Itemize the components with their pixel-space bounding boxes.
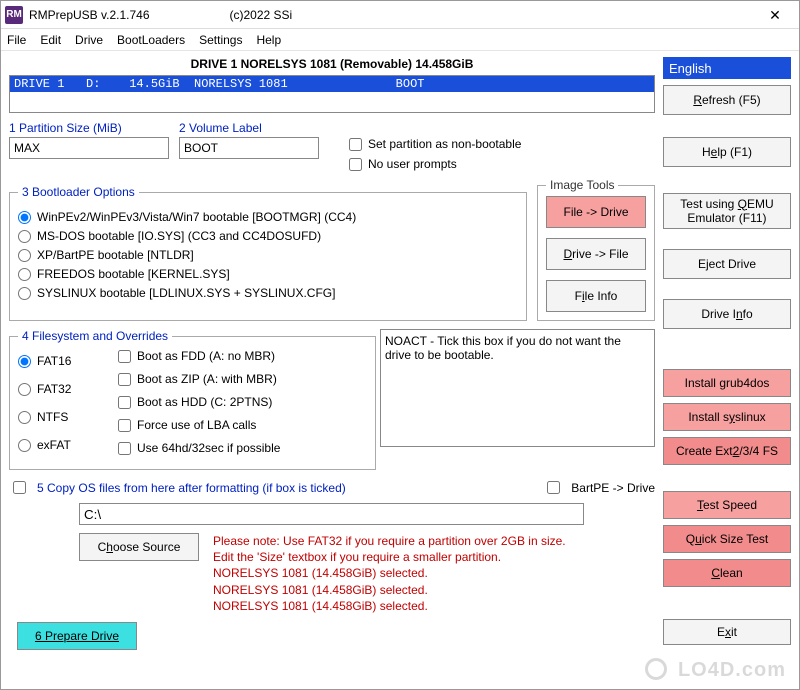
fs-check-hdd[interactable]: Boot as HDD (C: 2PTNS)	[118, 395, 367, 409]
create-ext-button[interactable]: Create Ext2/3/4 FS	[663, 437, 791, 465]
bootloader-legend: 3 Bootloader Options	[18, 185, 139, 199]
file-info-button[interactable]: File Info	[546, 280, 646, 312]
qemu-button[interactable]: Test using QEMUEmulator (F11)	[663, 193, 791, 229]
window-subtitle: (c)2022 SSi	[230, 8, 293, 22]
nonboot-checkbox[interactable]	[349, 138, 362, 151]
bootloader-opt-2[interactable]: XP/BartPE bootable [NTLDR]	[18, 248, 518, 262]
menu-help[interactable]: Help	[256, 33, 281, 47]
fs-radio-fat16[interactable]: FAT16	[18, 354, 110, 368]
image-tools-legend: Image Tools	[546, 178, 618, 192]
app-window: RM RMPrepUSB v.2.1.746 (c)2022 SSi ✕ Fil…	[0, 0, 800, 690]
fs-check-lba[interactable]: Force use of LBA calls	[118, 418, 367, 432]
language-selector[interactable]: English	[663, 57, 791, 79]
source-path-input[interactable]	[79, 503, 584, 525]
refresh-button[interactable]: Refresh (F5)	[663, 85, 791, 115]
window-title: RMPrepUSB v.2.1.746	[29, 8, 150, 22]
filesystem-fieldset: 4 Filesystem and Overrides FAT16 FAT32 N…	[9, 329, 376, 470]
nonboot-check[interactable]: Set partition as non-bootable	[349, 137, 521, 151]
fs-radio-exfat[interactable]: exFAT	[18, 438, 110, 452]
menu-settings[interactable]: Settings	[199, 33, 242, 47]
bootloader-opt-0[interactable]: WinPEv2/WinPEv3/Vista/Win7 bootable [BOO…	[18, 210, 518, 224]
filesystem-legend: 4 Filesystem and Overrides	[18, 329, 172, 343]
choose-source-button[interactable]: Choose Source	[79, 533, 199, 561]
drive-list[interactable]: DRIVE 1 D: 14.5GiB NORELSYS 1081 BOOT	[9, 75, 655, 113]
close-button[interactable]: ✕	[755, 4, 795, 26]
copy-os-label: 5 Copy OS files from here after formatti…	[37, 481, 346, 495]
help-button[interactable]: Help (F1)	[663, 137, 791, 167]
eject-drive-button[interactable]: Eject Drive	[663, 249, 791, 279]
menu-bootloaders[interactable]: BootLoaders	[117, 33, 185, 47]
drive-info-button[interactable]: Drive Info	[663, 299, 791, 329]
menu-file[interactable]: File	[7, 33, 26, 47]
volume-label-input[interactable]	[179, 137, 319, 159]
copy-os-checkbox[interactable]	[13, 481, 26, 494]
test-speed-button[interactable]: Test Speed	[663, 491, 791, 519]
bartpe-label: BartPE -> Drive	[571, 481, 655, 495]
section1-label: 1 Partition Size (MiB)	[9, 121, 169, 135]
fs-check-fdd[interactable]: Boot as FDD (A: no MBR)	[118, 349, 367, 363]
menu-edit[interactable]: Edit	[40, 33, 61, 47]
noprompts-checkbox[interactable]	[349, 158, 362, 171]
drive-list-row[interactable]: DRIVE 1 D: 14.5GiB NORELSYS 1081 BOOT	[10, 76, 654, 92]
image-tools-group: Image Tools File -> Drive Drive -> File …	[537, 185, 655, 321]
quick-size-test-button[interactable]: Quick Size Test	[663, 525, 791, 553]
notes-area: Please note: Use FAT32 if you require a …	[213, 533, 566, 614]
bootloader-opt-1[interactable]: MS-DOS bootable [IO.SYS] (CC3 and CC4DOS…	[18, 229, 518, 243]
partition-size-input[interactable]	[9, 137, 169, 159]
bootloader-opt-3[interactable]: FREEDOS bootable [KERNEL.SYS]	[18, 267, 518, 281]
prepare-drive-button[interactable]: 6 Prepare Drive	[17, 622, 137, 650]
install-syslinux-button[interactable]: Install syslinux	[663, 403, 791, 431]
fs-radio-fat32[interactable]: FAT32	[18, 382, 110, 396]
section2-label: 2 Volume Label	[179, 121, 319, 135]
fs-check-64hd[interactable]: Use 64hd/32sec if possible	[118, 441, 367, 455]
bartpe-checkbox[interactable]	[547, 481, 560, 494]
bootloader-opt-4[interactable]: SYSLINUX bootable [LDLINUX.SYS + SYSLINU…	[18, 286, 518, 300]
install-grub4dos-button[interactable]: Install grub4dos	[663, 369, 791, 397]
titlebar: RM RMPrepUSB v.2.1.746 (c)2022 SSi ✕	[1, 1, 799, 29]
fs-help-text: NOACT - Tick this box if you do not want…	[380, 329, 655, 447]
fs-radio-ntfs[interactable]: NTFS	[18, 410, 110, 424]
noprompts-check[interactable]: No user prompts	[349, 157, 521, 171]
exit-button[interactable]: Exit	[663, 619, 791, 645]
menu-drive[interactable]: Drive	[75, 33, 103, 47]
menubar: File Edit Drive BootLoaders Settings Hel…	[1, 29, 799, 51]
drive-header: DRIVE 1 NORELSYS 1081 (Removable) 14.458…	[9, 57, 655, 71]
drive-to-file-button[interactable]: Drive -> File	[546, 238, 646, 270]
bootloader-fieldset: 3 Bootloader Options WinPEv2/WinPEv3/Vis…	[9, 185, 527, 321]
fs-check-zip[interactable]: Boot as ZIP (A: with MBR)	[118, 372, 367, 386]
app-icon: RM	[5, 6, 23, 24]
file-to-drive-button[interactable]: File -> Drive	[546, 196, 646, 228]
clean-button[interactable]: Clean	[663, 559, 791, 587]
